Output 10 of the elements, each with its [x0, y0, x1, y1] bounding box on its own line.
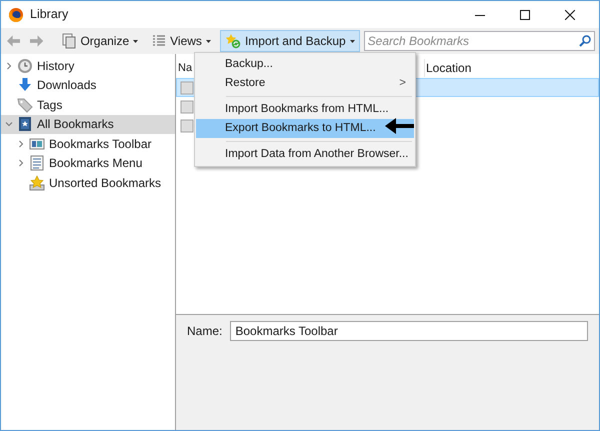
sidebar-label: Unsorted Bookmarks	[49, 174, 162, 192]
submenu-arrow: >	[399, 76, 406, 91]
window-title: Library	[30, 6, 68, 24]
sidebar-label: History	[37, 58, 74, 75]
sidebar-label: Bookmarks Menu	[49, 155, 142, 172]
sidebar-label: Downloads	[37, 77, 96, 94]
sidebar-label: Tags	[37, 96, 62, 114]
name-label: Name:	[187, 323, 222, 340]
sidebar-label: Bookmarks Toolbar	[49, 136, 152, 153]
sidebar-label: All Bookmarks	[37, 116, 114, 134]
